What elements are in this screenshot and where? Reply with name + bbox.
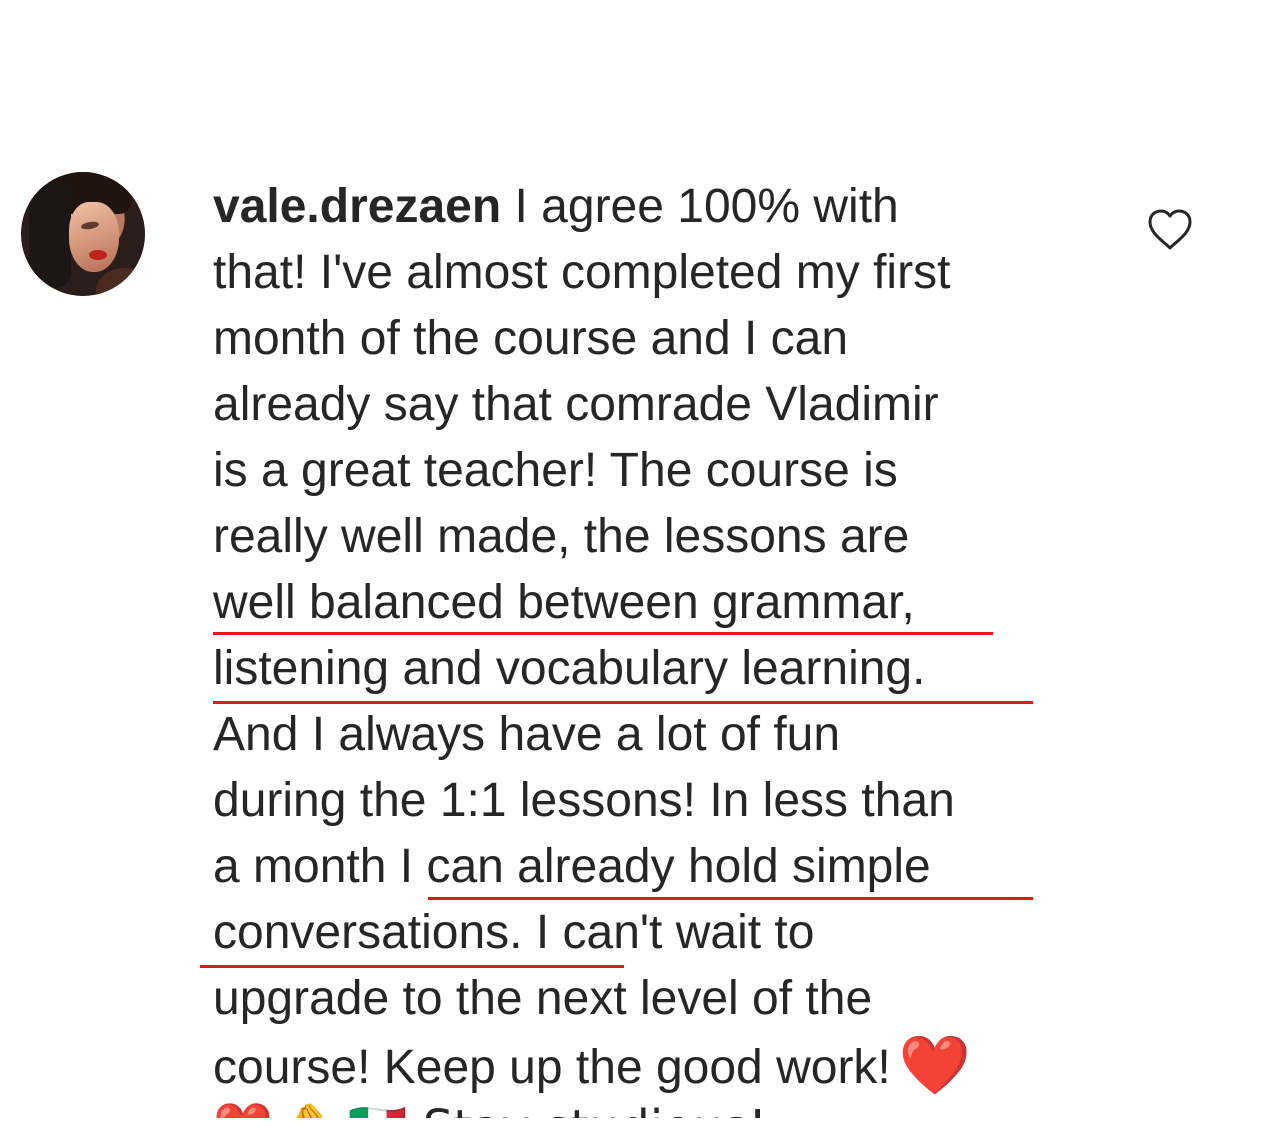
comment-username[interactable]: vale.drezaen bbox=[213, 180, 501, 233]
comment-line-9: And I always have a lot of fun bbox=[213, 708, 841, 761]
cutoff-mask bbox=[0, 1118, 1280, 1148]
comment-text: vale.drezaen I agree 100% with that! I'v… bbox=[213, 174, 1088, 1098]
comment-line-11: a month I can already hold simple bbox=[213, 840, 931, 893]
comment-line-12: conversations. I can't wait to bbox=[213, 906, 815, 959]
comment-line-5: is a great teacher! The course is bbox=[213, 444, 898, 497]
comment-line-7: well balanced between grammar, bbox=[213, 576, 915, 629]
comment-line-10: during the 1:1 lessons! In less than bbox=[213, 774, 955, 827]
comment-line-13: upgrade to the next level of the bbox=[213, 972, 873, 1025]
avatar-face bbox=[69, 202, 119, 272]
comment-text-line-14: course! Keep up the good work! bbox=[213, 1041, 891, 1094]
comment-text-line-1: I agree 100% with bbox=[501, 180, 899, 233]
comment-line-3: month of the course and I can bbox=[213, 312, 849, 365]
heart-outline-icon bbox=[1148, 209, 1192, 250]
comment-line-1: vale.drezaen I agree 100% with bbox=[213, 174, 1088, 240]
comment-line-6: really well made, the lessons are bbox=[213, 510, 910, 563]
comment-line-4: already say that comrade Vladimir bbox=[213, 378, 939, 431]
red-underline-1 bbox=[213, 632, 993, 635]
red-heart-emoji: ❤️ bbox=[898, 1031, 971, 1099]
comment-line-2: that! I've almost completed my first bbox=[213, 246, 951, 299]
avatar-hair-left bbox=[29, 184, 71, 288]
comment-line-14: course! Keep up the good work! ❤️ bbox=[213, 1032, 1088, 1098]
red-underline-4 bbox=[200, 965, 624, 968]
red-underline-3 bbox=[428, 897, 1033, 900]
comment-item: vale.drezaen I agree 100% with that! I'v… bbox=[0, 0, 1280, 1148]
avatar-shoulder bbox=[96, 268, 145, 296]
red-underline-2 bbox=[213, 701, 1033, 704]
comment-line-8: listening and vocabulary learning. bbox=[213, 642, 926, 695]
like-button[interactable] bbox=[1145, 206, 1195, 256]
instagram-comment-page: vale.drezaen I agree 100% with that! I'v… bbox=[0, 0, 1280, 1148]
avatar[interactable] bbox=[21, 172, 145, 296]
avatar-lip bbox=[89, 250, 107, 260]
